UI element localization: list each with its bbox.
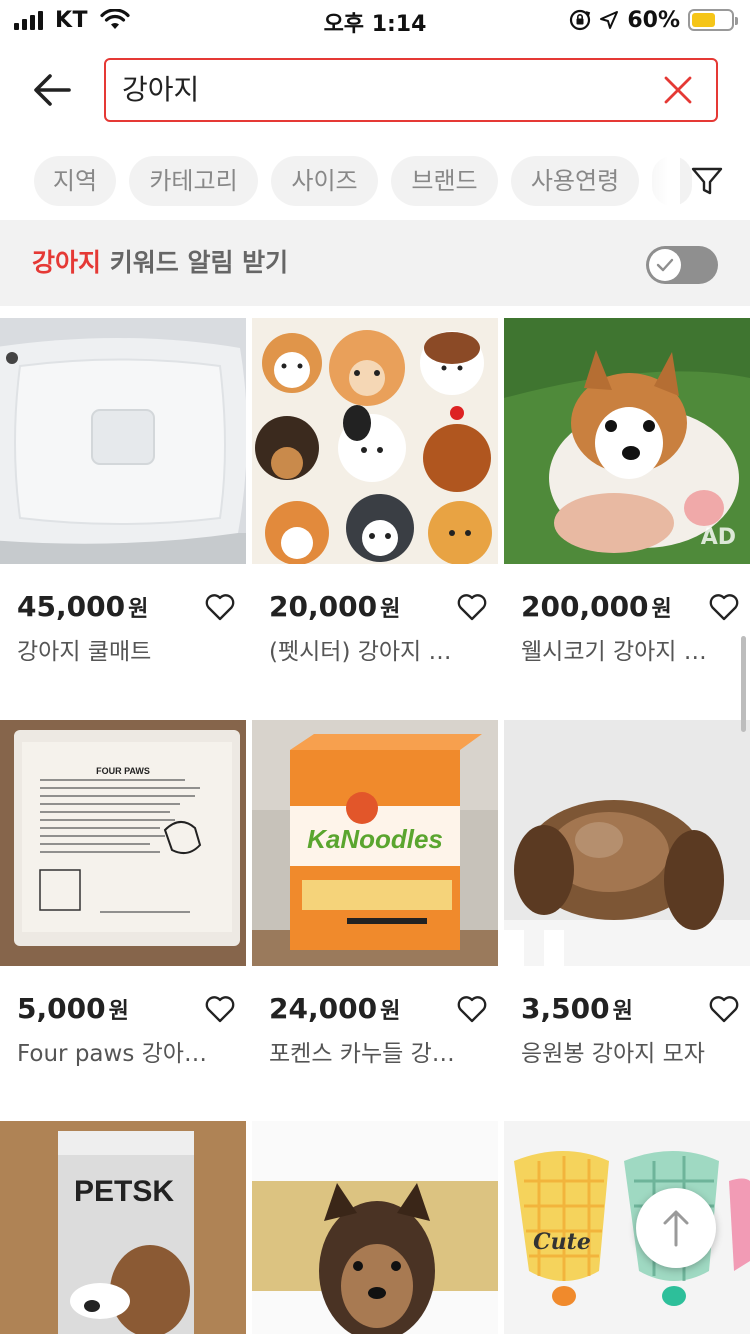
keyword-alert-toggle[interactable]	[646, 246, 718, 284]
arrow-up-icon	[663, 1210, 689, 1247]
chip-brand[interactable]: 브랜드	[391, 156, 498, 206]
product-image[interactable]	[0, 318, 246, 564]
product-title: 웰시코기 강아지 분양	[521, 639, 721, 665]
check-icon	[656, 258, 674, 272]
funnel-icon[interactable]	[690, 164, 724, 198]
chip-category[interactable]: 카테고리	[129, 156, 258, 206]
chip-region[interactable]: 지역	[34, 156, 116, 206]
status-bar: KT 오후 1:14 60%	[0, 0, 750, 40]
product-price: 45,000 원	[17, 590, 149, 623]
svg-text:FOUR PAWS: FOUR PAWS	[96, 766, 150, 776]
scroll-indicator[interactable]	[741, 636, 746, 732]
alert-label: 키워드 알림 받기	[109, 248, 289, 277]
alert-keyword: 강아지	[32, 248, 102, 277]
toggle-knob	[649, 249, 681, 281]
search-header: 강아지	[0, 56, 750, 126]
svg-text:KaNoodles: KaNoodles	[307, 824, 443, 854]
product-price: 24,000 원	[269, 992, 401, 1025]
keyword-alert-bar: 강아지 키워드 알림 받기	[0, 220, 750, 306]
product-image[interactable]	[252, 318, 498, 564]
keyword-alert-text: 강아지 키워드 알림 받기	[32, 220, 288, 306]
product-image[interactable]	[504, 720, 750, 966]
rotation-lock-icon	[570, 9, 591, 31]
product-title: (펫시터) 강아지 돌보미	[269, 639, 469, 665]
battery-icon	[688, 9, 738, 31]
close-icon[interactable]	[662, 74, 694, 106]
heart-icon[interactable]	[204, 592, 236, 622]
product-price: 200,000 원	[521, 590, 672, 623]
product-image[interactable]: AD	[504, 318, 750, 564]
location-icon	[600, 11, 619, 29]
petsk-brand-text: PETSK	[74, 1175, 174, 1208]
back-button[interactable]	[26, 64, 78, 116]
chip-age[interactable]: 사용연령	[511, 156, 639, 206]
product-price: 3,500 원	[521, 992, 633, 1025]
heart-icon[interactable]	[456, 592, 488, 622]
search-query[interactable]: 강아지	[122, 60, 199, 120]
kanoodles-brand-text: KaNoodles	[307, 824, 443, 854]
svg-text:Cute: Cute	[533, 1229, 591, 1255]
heart-icon[interactable]	[456, 994, 488, 1024]
chip-size[interactable]: 사이즈	[271, 156, 378, 206]
svg-text:PETSK: PETSK	[74, 1175, 174, 1208]
product-price: 20,000 원	[269, 590, 401, 623]
product-title: 응원봉 강아지 모자	[521, 1041, 705, 1067]
product-title: 포켄스 카누들 강아지 간식	[269, 1041, 469, 1067]
product-price: 5,000 원	[17, 992, 129, 1025]
heart-icon[interactable]	[708, 994, 740, 1024]
product-title: 강아지 쿨매트	[17, 639, 152, 665]
heart-icon[interactable]	[204, 994, 236, 1024]
back-arrow-icon	[34, 74, 71, 106]
fourpaws-brand-text: FOUR PAWS	[96, 766, 150, 776]
chips-fade	[640, 156, 680, 208]
heart-icon[interactable]	[708, 592, 740, 622]
product-title: Four paws 강아지 패드	[17, 1041, 217, 1067]
scroll-top-button[interactable]	[636, 1188, 716, 1268]
product-image[interactable]: KaNoodles	[252, 720, 498, 966]
product-image[interactable]: PETSK	[0, 1121, 246, 1334]
product-image[interactable]: FOUR PAWS	[0, 720, 246, 966]
battery-percent: 60%	[627, 7, 680, 33]
product-image[interactable]	[252, 1121, 498, 1334]
filter-bar: 지역 카테고리 사이즈 브랜드 사용연령	[0, 156, 750, 208]
ad-label: AD	[700, 525, 736, 550]
search-input[interactable]: 강아지	[104, 58, 718, 122]
